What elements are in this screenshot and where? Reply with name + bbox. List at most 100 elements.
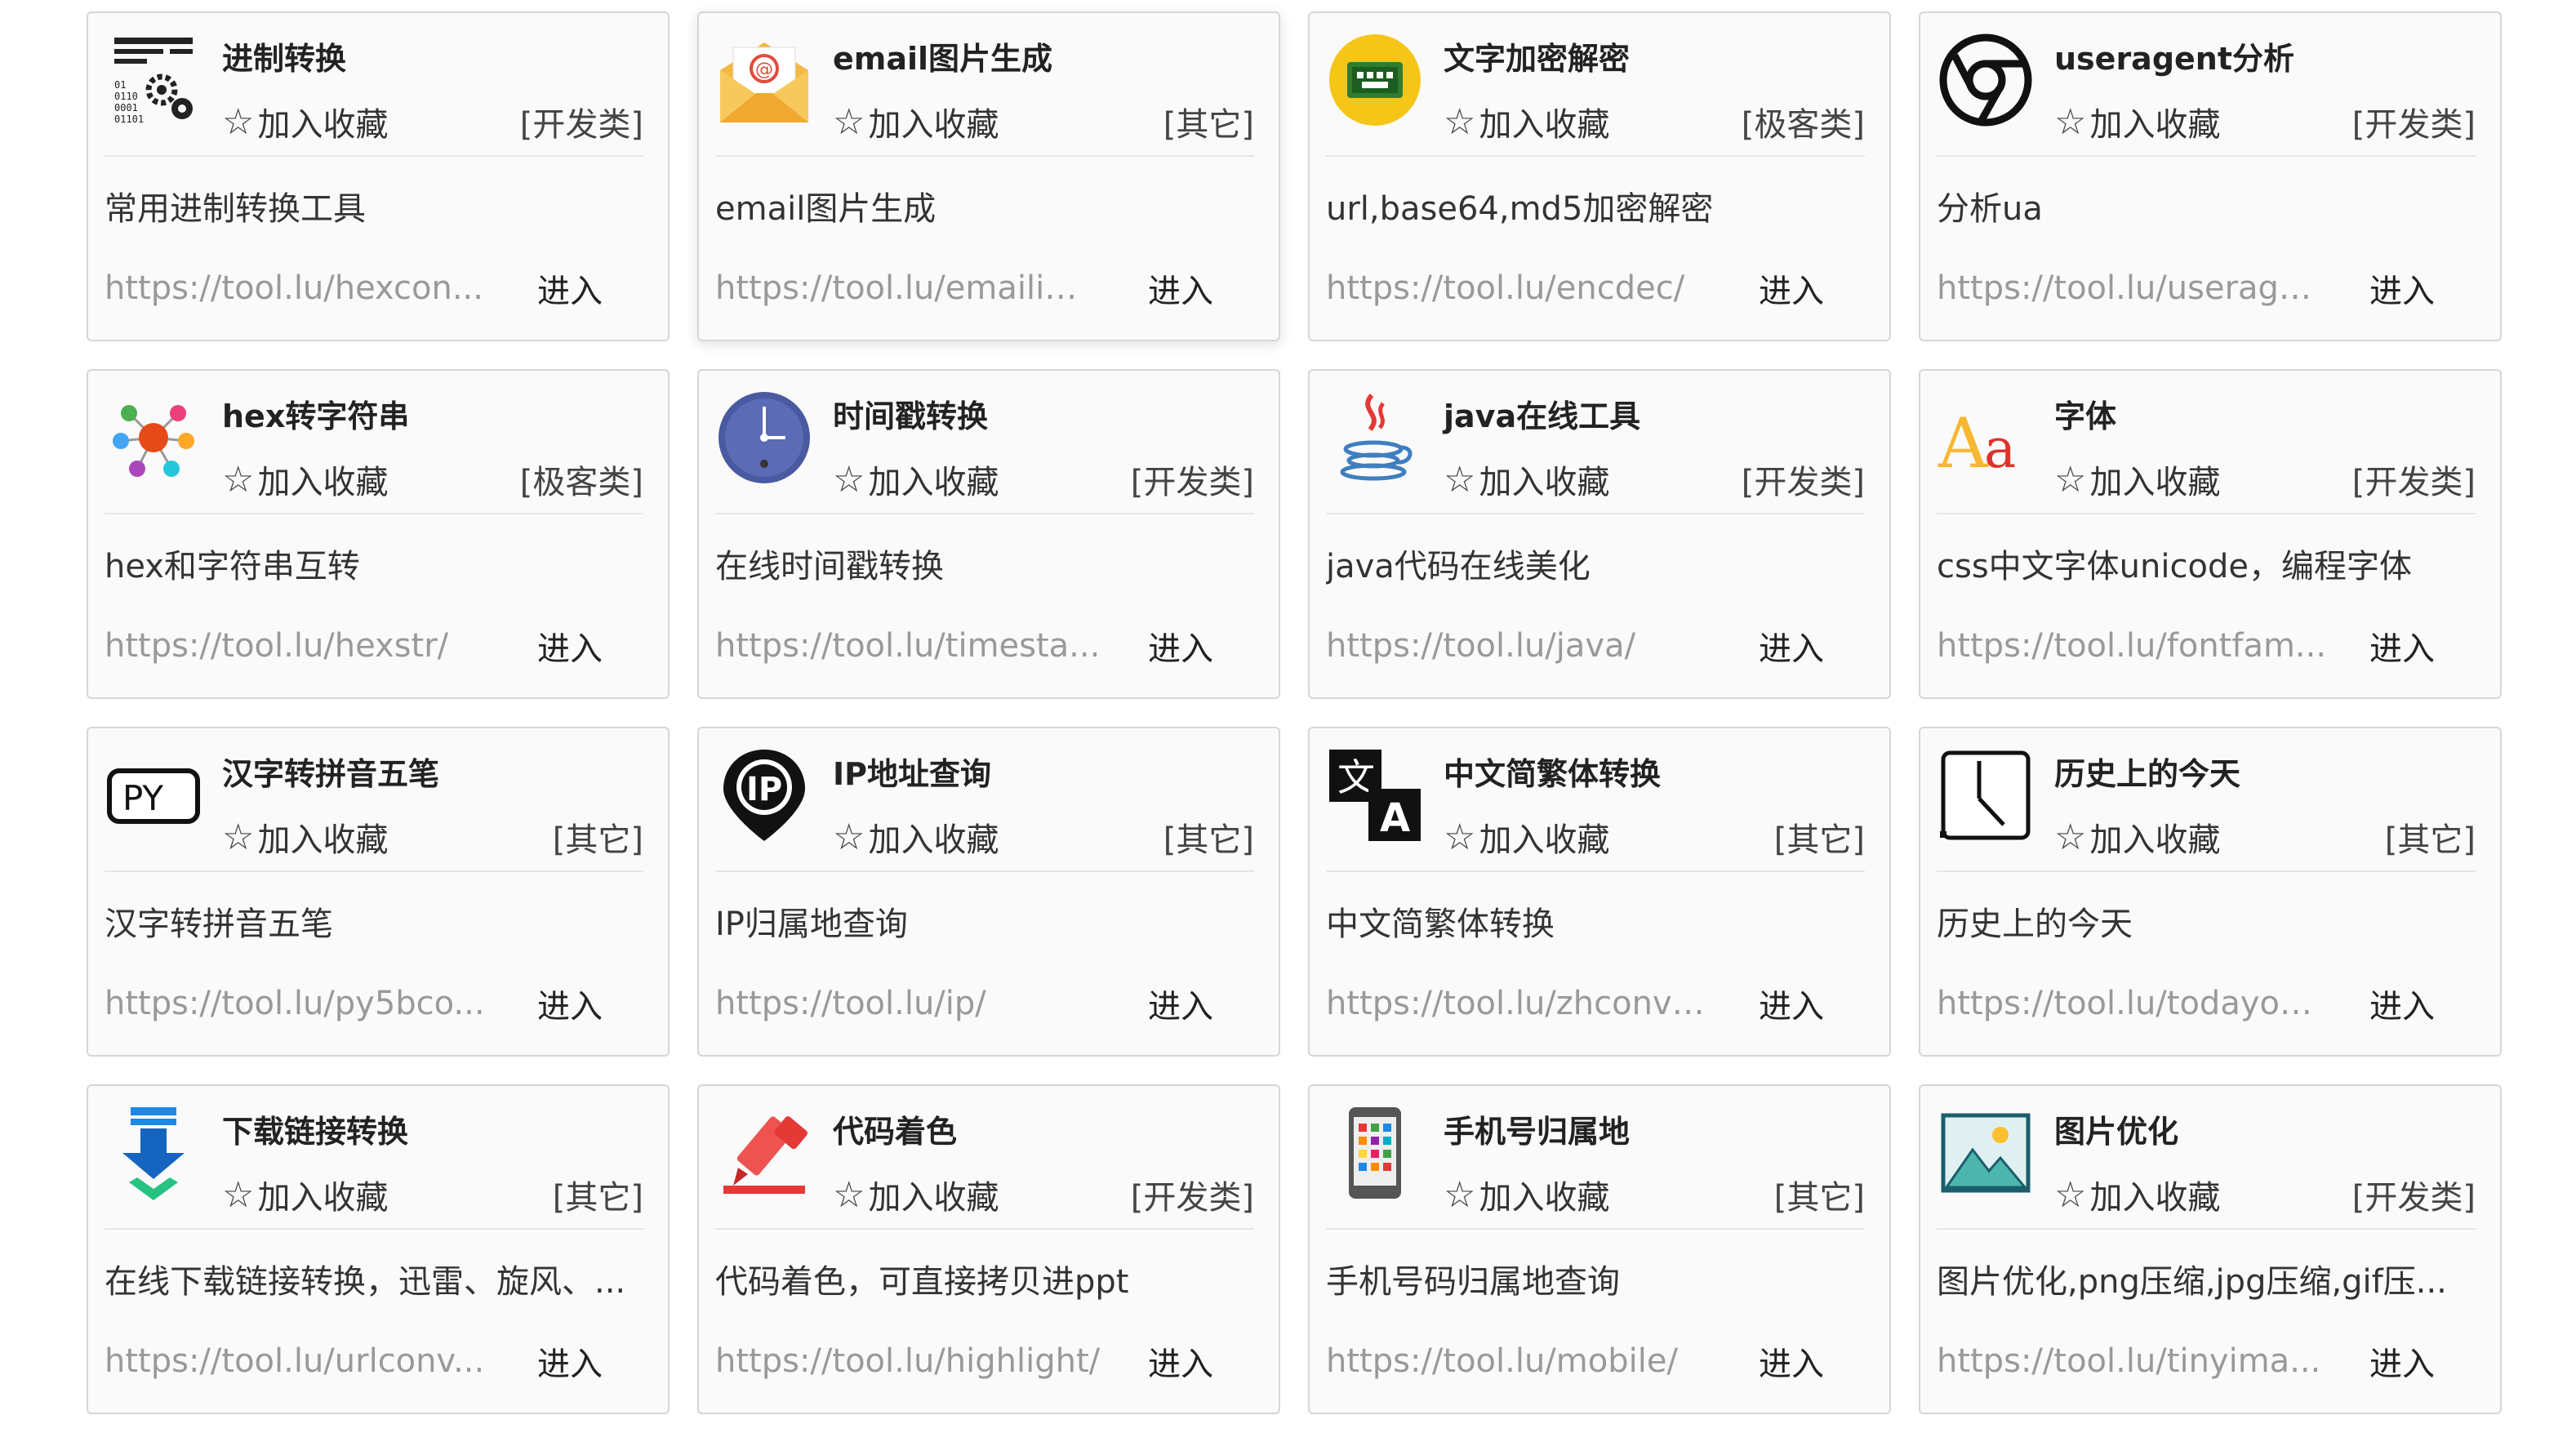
tool-name[interactable]: 时间戳转换 [833,394,1254,439]
tool-name[interactable]: 代码着色 [833,1109,1254,1155]
tool-url-link[interactable]: https://tool.lu/py5bco... [105,985,496,1022]
tool-card[interactable]: 01 0110 0001 01101 进制转换 ☆ 加入收藏 [开发类] 常用进制转换… [87,11,670,341]
tool-name[interactable]: email图片生成 [833,36,1254,82]
tool-url-link[interactable]: https://tool.lu/encdec/ [1326,269,1718,307]
tool-card[interactable]: 文字加密解密 ☆ 加入收藏 [极客类] url,base64,md5加密解密 h… [1308,11,1891,341]
tool-card[interactable]: PY 汉字转拼音五笔 ☆ 加入收藏 [其它] 汉字转拼音五笔 https://t… [87,727,670,1057]
tool-url-link[interactable]: https://tool.lu/urlconv... [105,1342,496,1380]
tool-url-link[interactable]: https://tool.lu/tinyima... [1937,1342,2329,1380]
add-favorite-button[interactable]: ☆ 加入收藏 [1444,456,1609,503]
add-favorite-button[interactable]: ☆ 加入收藏 [1444,813,1609,861]
enter-button[interactable]: 进入 [537,265,603,312]
tool-name[interactable]: 字体 [2054,394,2476,439]
tool-card[interactable]: useragent分析 ☆ 加入收藏 [开发类] 分析ua https://to… [1919,11,2502,341]
tool-card[interactable]: java在线工具 ☆ 加入收藏 [开发类] java代码在线美化 https:/… [1308,369,1891,699]
star-icon: ☆ [222,100,255,143]
tool-card[interactable]: 历史上的今天 ☆ 加入收藏 [其它] 历史上的今天 https://tool.l… [1919,727,2502,1057]
add-favorite-button[interactable]: ☆ 加入收藏 [222,456,388,503]
tool-card[interactable]: 时间戳转换 ☆ 加入收藏 [开发类] 在线时间戳转换 https://tool.… [697,369,1280,699]
tool-name[interactable]: 历史上的今天 [2054,751,2476,797]
category-label: [开发类] [2351,464,2476,501]
enter-button[interactable]: 进入 [1759,622,1824,670]
card-meta: ☆ 加入收藏 [其它] [833,813,1254,861]
enter-button[interactable]: 进入 [2369,1337,2435,1385]
tool-card[interactable]: @ email图片生成 ☆ 加入收藏 [其它] email图片生成 https:… [697,11,1280,341]
enter-button[interactable]: 进入 [1148,1337,1213,1385]
card-meta: ☆ 加入收藏 [其它] [1444,1171,1865,1218]
tool-card[interactable]: 手机号归属地 ☆ 加入收藏 [其它] 手机号码归属地查询 https://too… [1308,1084,1891,1414]
add-favorite-label: 加入收藏 [257,464,389,501]
tool-card[interactable]: hex转字符串 ☆ 加入收藏 [极客类] hex和字符串互转 https://t… [87,369,670,699]
svg-text:IP: IP [746,771,782,808]
add-favorite-button[interactable]: ☆ 加入收藏 [2054,456,2220,503]
tool-name[interactable]: useragent分析 [2054,36,2476,82]
tool-url-link[interactable]: https://tool.lu/todayon... [1937,985,2329,1022]
tool-url-link[interactable]: https://tool.lu/ip/ [715,985,1107,1022]
tool-name[interactable]: hex转字符串 [222,394,643,439]
tool-name[interactable]: 图片优化 [2054,1109,2476,1155]
tool-description: 汉字转拼音五笔 [105,906,333,943]
translate-icon: 文A [1326,746,1424,844]
tool-card[interactable]: 文A 中文简繁体转换 ☆ 加入收藏 [其它] 中文简繁体转换 https://t… [1308,727,1891,1057]
star-icon: ☆ [833,816,865,858]
tool-url-link[interactable]: https://tool.lu/mobile/ [1326,1342,1718,1380]
enter-button[interactable]: 进入 [2369,265,2435,312]
add-favorite-button[interactable]: ☆ 加入收藏 [2054,98,2220,145]
enter-button[interactable]: 进入 [1759,980,1824,1027]
tool-card[interactable]: IP IP地址查询 ☆ 加入收藏 [其它] IP归属地查询 https://to… [697,727,1280,1057]
tool-url-link[interactable]: https://tool.lu/fontfam... [1937,627,2329,665]
tool-name[interactable]: 汉字转拼音五笔 [222,751,643,797]
svg-text:A: A [1938,403,1989,483]
add-favorite-button[interactable]: ☆ 加入收藏 [833,813,999,861]
tool-url-link[interactable]: https://tool.lu/highlight/ [715,1342,1107,1380]
tool-card[interactable]: 图片优化 ☆ 加入收藏 [开发类] 图片优化,png压缩,jpg压缩,gif压.… [1919,1084,2502,1414]
enter-button[interactable]: 进入 [1759,1337,1824,1385]
tool-name[interactable]: 中文简繁体转换 [1444,751,1865,797]
add-favorite-button[interactable]: ☆ 加入收藏 [833,456,999,503]
add-favorite-button[interactable]: ☆ 加入收藏 [222,98,388,145]
tool-card[interactable]: 下载链接转换 ☆ 加入收藏 [其它] 在线下载链接转换，迅雷、旋风、... ht… [87,1084,670,1414]
star-icon: ☆ [833,100,865,143]
card-meta: ☆ 加入收藏 [其它] [222,1171,643,1218]
enter-button[interactable]: 进入 [1759,265,1824,312]
tool-url-link[interactable]: https://tool.lu/userage... [1937,269,2329,307]
tool-name[interactable]: 文字加密解密 [1444,36,1865,82]
add-favorite-button[interactable]: ☆ 加入收藏 [222,813,388,861]
tool-description: hex和字符串互转 [105,548,360,585]
tool-url-link[interactable]: https://tool.lu/zhconve... [1326,985,1718,1022]
enter-button[interactable]: 进入 [537,622,603,670]
tool-card[interactable]: 代码着色 ☆ 加入收藏 [开发类] 代码着色，可直接拷贝进ppt https:/… [697,1084,1280,1414]
star-icon: ☆ [1444,816,1476,858]
add-favorite-button[interactable]: ☆ 加入收藏 [2054,813,2220,861]
tool-url-link[interactable]: https://tool.lu/java/ [1326,627,1718,665]
enter-button[interactable]: 进入 [2369,622,2435,670]
tool-name[interactable]: 下载链接转换 [222,1109,643,1155]
tool-name[interactable]: java在线工具 [1444,394,1865,439]
enter-button[interactable]: 进入 [1148,622,1213,670]
tool-name[interactable]: 手机号归属地 [1444,1109,1865,1155]
add-favorite-button[interactable]: ☆ 加入收藏 [222,1171,388,1218]
enter-button[interactable]: 进入 [1148,265,1213,312]
enter-button[interactable]: 进入 [2369,980,2435,1027]
tool-name[interactable]: 进制转换 [222,36,643,82]
browser-icon [1937,31,2035,129]
card-meta: ☆ 加入收藏 [开发类] [2054,98,2476,145]
category-label: [开发类] [1130,1179,1254,1217]
add-favorite-button[interactable]: ☆ 加入收藏 [833,98,999,145]
enter-button[interactable]: 进入 [537,1337,603,1385]
add-favorite-button[interactable]: ☆ 加入收藏 [833,1171,999,1218]
svg-text:01: 01 [114,79,126,91]
enter-button[interactable]: 进入 [1148,980,1213,1027]
tool-url-link[interactable]: https://tool.lu/hexstr/ [105,627,496,665]
tool-description: 代码着色，可直接拷贝进ppt [715,1263,1129,1301]
add-favorite-button[interactable]: ☆ 加入收藏 [1444,98,1609,145]
tool-url-link[interactable]: https://tool.lu/hexcon... [105,269,496,307]
tool-url-link[interactable]: https://tool.lu/timesta... [715,627,1107,665]
tool-name[interactable]: IP地址查询 [833,751,1254,797]
add-favorite-button[interactable]: ☆ 加入收藏 [2054,1171,2220,1218]
tool-url-link[interactable]: https://tool.lu/emailim... [715,269,1107,307]
tool-card[interactable]: Aa 字体 ☆ 加入收藏 [开发类] css中文字体unicode，编程字体 h… [1919,369,2502,699]
add-favorite-button[interactable]: ☆ 加入收藏 [1444,1171,1609,1218]
card-footer: https://tool.lu/java/ 进入 [1326,622,1857,670]
enter-button[interactable]: 进入 [537,980,603,1027]
